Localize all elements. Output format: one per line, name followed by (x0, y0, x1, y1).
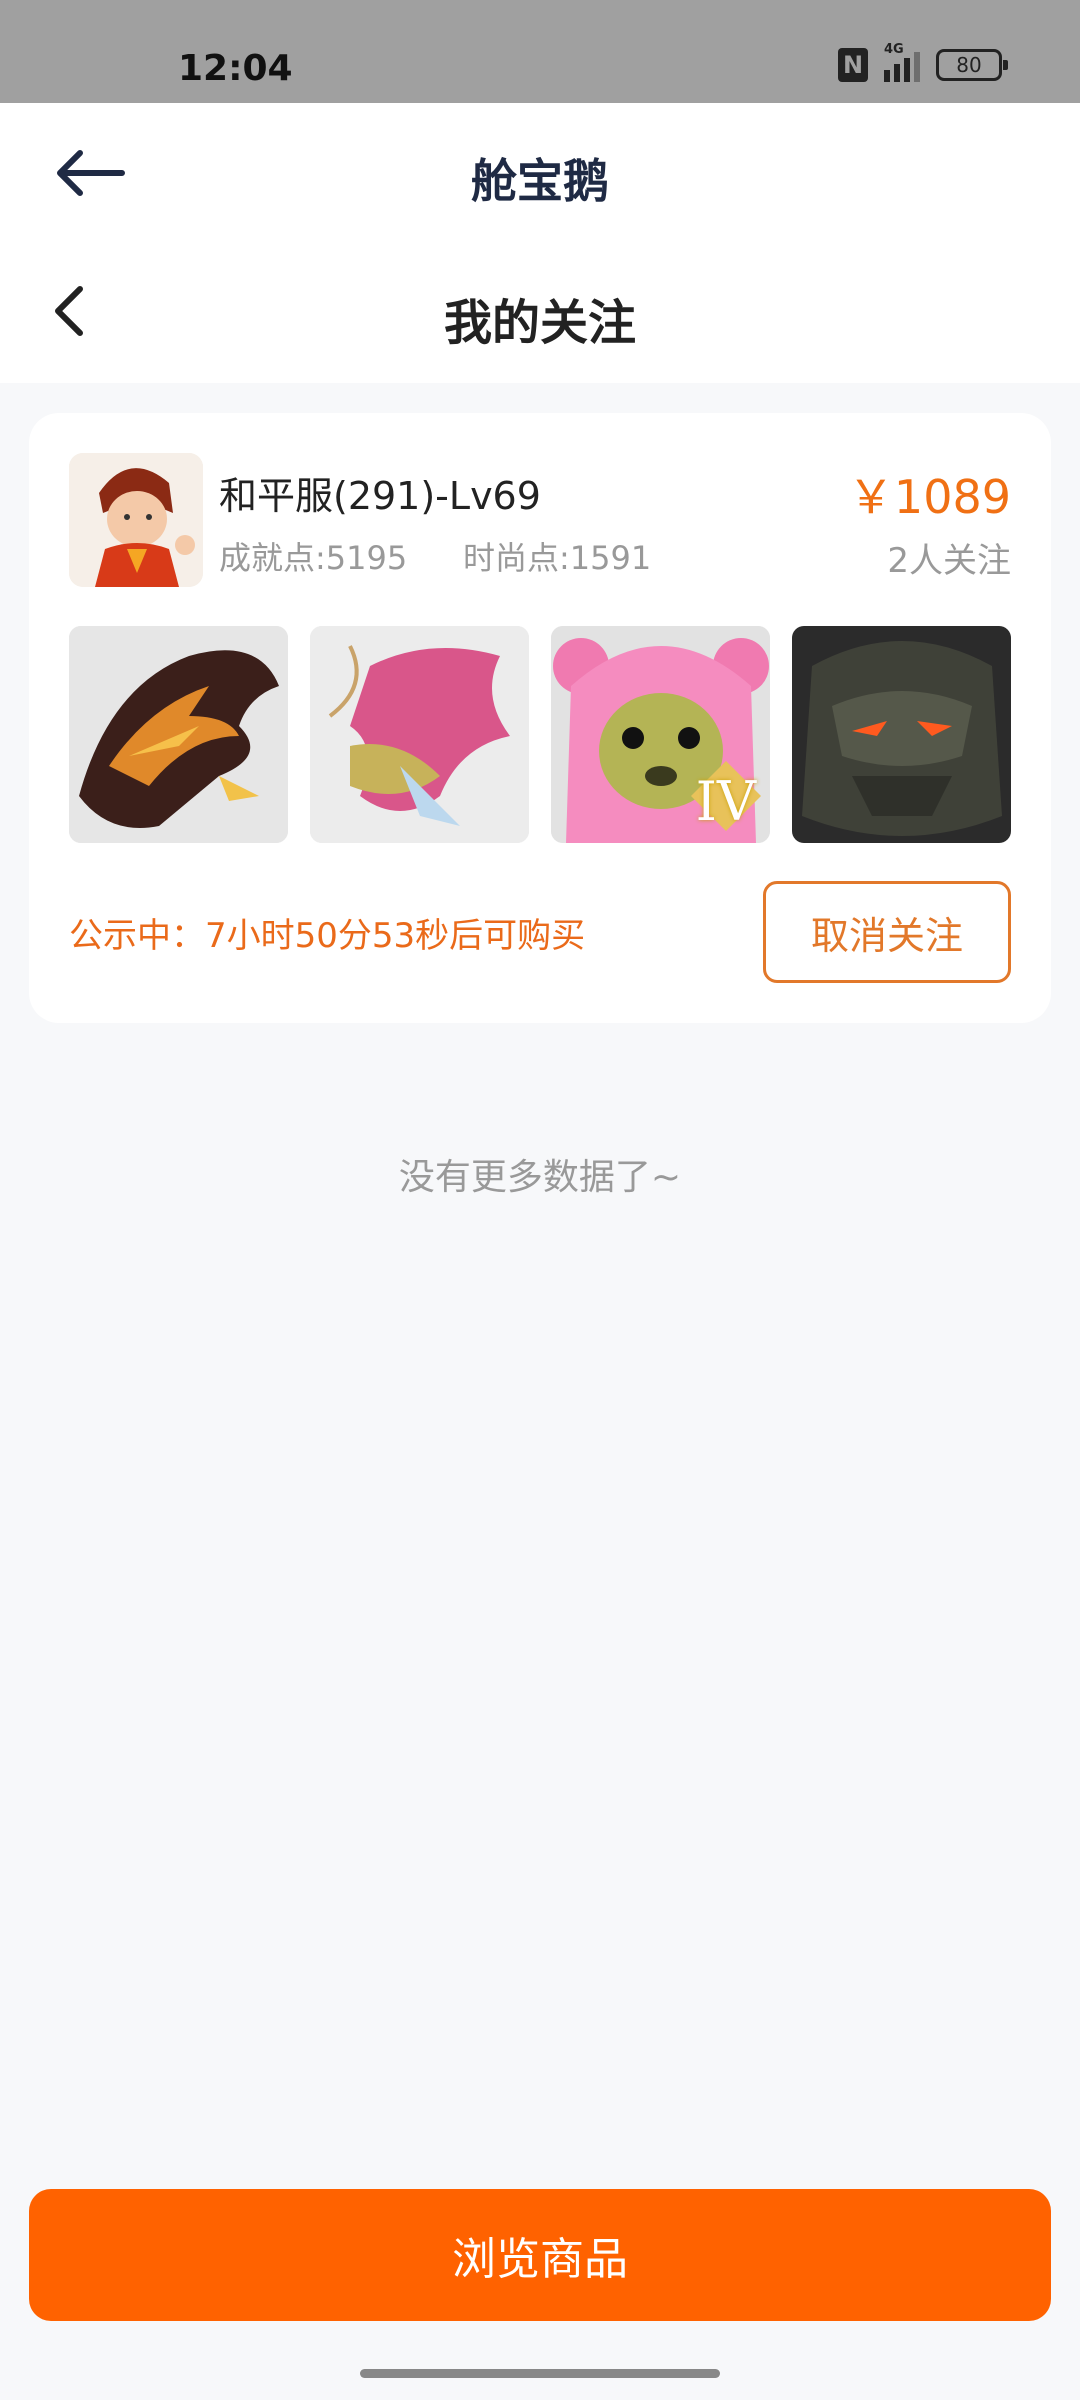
status-icons: N 4G 80 (838, 42, 1008, 82)
app-title: 舱宝鹅 (471, 154, 609, 208)
unfollow-button[interactable]: 取消关注 (763, 881, 1011, 983)
followed-item-card[interactable]: 和平服(291)-Lv69 成就点:5195 时尚点:1591 ￥1089 2人… (29, 413, 1051, 1023)
fashion-points: 时尚点:1591 (463, 539, 652, 577)
no-more-data-text: 没有更多数据了~ (398, 1157, 682, 1198)
signal-icon: 4G (884, 42, 920, 82)
browse-products-button[interactable]: 浏览商品 (29, 2189, 1051, 2321)
listing-notice: 公示中：7小时50分53秒后可购买 (69, 916, 586, 956)
thumbnail-pink-dragon[interactable] (310, 626, 529, 843)
tier-badge: IV (695, 770, 756, 833)
follower-count: 2人关注 (887, 541, 1011, 581)
item-price: ￥1089 (847, 470, 1011, 524)
status-bar: 12:04 N 4G 80 (0, 0, 1080, 103)
thumbnail-pink-bear[interactable]: IV (551, 626, 770, 843)
item-thumbnails: IV (69, 626, 1011, 843)
home-indicator[interactable] (360, 2369, 720, 2378)
achievement-points: 成就点:5195 (219, 539, 408, 577)
item-title: 和平服(291)-Lv69 (219, 474, 541, 518)
page-title: 我的关注 (443, 295, 636, 351)
nfc-icon: N (838, 48, 868, 82)
thumbnail-fire-dragon[interactable] (69, 626, 288, 843)
network-type: 4G (884, 42, 904, 57)
app-header: 舱宝鹅 (0, 103, 1080, 243)
status-time: 12:04 (178, 48, 293, 89)
thumbnail-dark-armor[interactable] (792, 626, 1011, 843)
character-avatar (69, 453, 203, 587)
page-header: 我的关注 (0, 243, 1080, 383)
battery-icon: 80 (936, 49, 1008, 81)
